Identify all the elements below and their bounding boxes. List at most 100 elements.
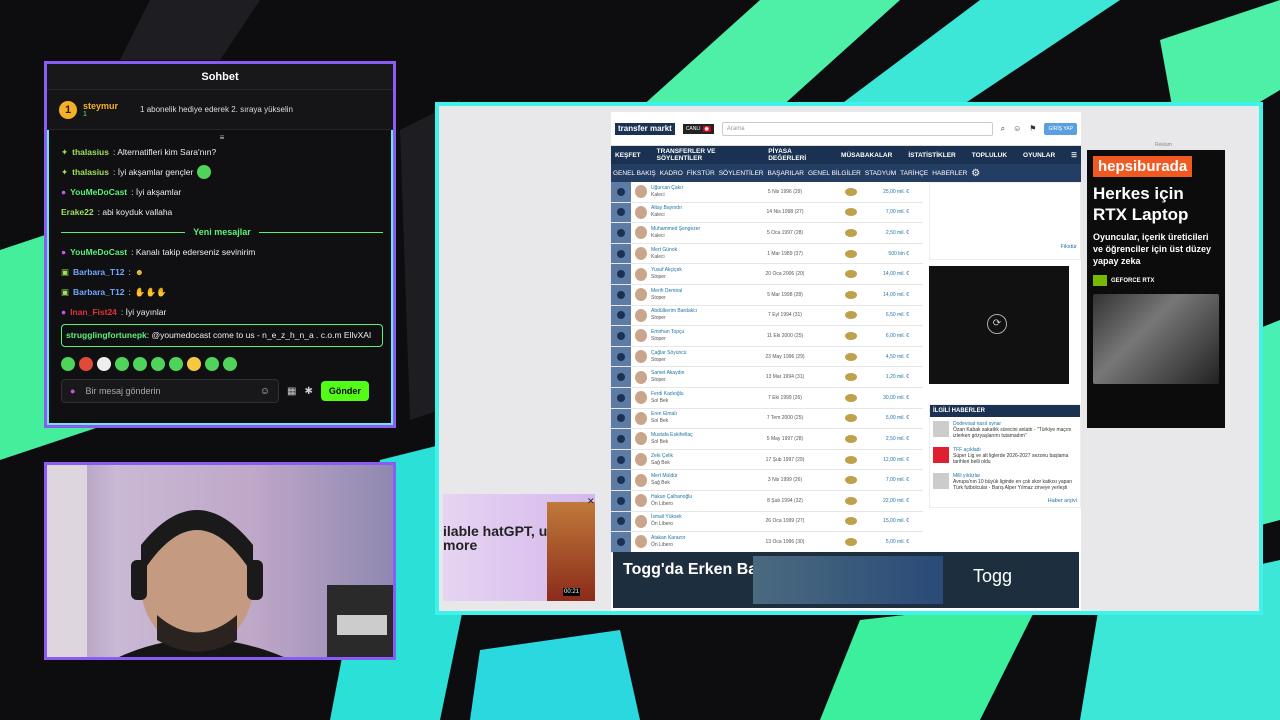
chat-username[interactable]: YouMeDoCast xyxy=(70,187,127,197)
emote-icon[interactable] xyxy=(187,357,201,371)
player-name[interactable]: Emirhan Topçu xyxy=(651,329,747,336)
nav-item[interactable]: OYUNLAR xyxy=(1023,152,1055,159)
chat-username[interactable]: thalasius xyxy=(72,167,109,177)
table-row[interactable]: Eren Elmalı Sol Bek 7 Tem 2000 (25) 5,00 mi… xyxy=(611,408,923,430)
player-name[interactable]: Ferdi Kadıoğlu xyxy=(651,391,747,398)
table-row[interactable]: Mustafa Eskihellaç Sol Bek 5 May 1997 (28)… xyxy=(611,429,923,450)
news-item[interactable]: TFF açıkladı Süper Lig ve alt liglerde 20… xyxy=(930,443,1080,469)
player-name[interactable]: Merih Demiral xyxy=(651,288,747,295)
emote-icon[interactable] xyxy=(169,357,183,371)
store-icon[interactable]: ▦ xyxy=(287,386,296,397)
chat-input[interactable]: ● Bir mesaj gönderin ☺ xyxy=(61,379,279,403)
login-button[interactable]: GİRİŞ YAP xyxy=(1044,122,1077,135)
table-row[interactable]: Uğurcan Çakır Kaleci 5 Nis 1996 (29) 25,00 … xyxy=(611,182,923,203)
chat-username[interactable]: Inan_Fist24 xyxy=(70,307,117,317)
player-name[interactable]: Uğurcan Çakır xyxy=(651,185,747,192)
player-name[interactable]: Eren Elmalı xyxy=(651,411,747,418)
emote-icon[interactable] xyxy=(115,357,129,371)
close-icon[interactable]: ✕ xyxy=(587,496,595,507)
player-name[interactable]: Mert Müldür xyxy=(651,473,747,480)
search-input[interactable]: Arama xyxy=(721,121,993,136)
tm-logo[interactable]: transfer markt xyxy=(615,122,675,135)
subnav-item[interactable]: FİKSTÜR xyxy=(687,170,715,177)
market-value[interactable]: 7,00 mil. € xyxy=(879,477,909,483)
player-name[interactable]: Abdülkerim Bardakcı xyxy=(651,308,747,315)
market-value[interactable]: 14,00 mil. € xyxy=(879,292,909,298)
nav-item[interactable]: MÜSABAKALAR xyxy=(841,152,892,159)
table-row[interactable]: Muhammed Şengezer Kaleci 5 Oca 1997 (28) 2,… xyxy=(611,223,923,244)
table-row[interactable]: Mert Günok Kaleci 1 Mar 1989 (37) 500 bin € xyxy=(611,243,923,265)
table-row[interactable]: Zeki Çelik Sağ Bek 17 Şub 1997 (29) 12,00 m… xyxy=(611,449,923,471)
market-value[interactable]: 25,00 mil. € xyxy=(879,189,909,195)
news-item[interactable]: Milli yıldızlar Avrupa'nın 10 büyük ligin… xyxy=(930,469,1080,495)
table-row[interactable]: Yusuf Akçiçek Stoper 20 Oca 2006 (20) 14,00… xyxy=(611,264,923,285)
hepsiburada-ad[interactable]: hepsiburada Herkes için RTX Laptop Oyunc… xyxy=(1087,150,1225,428)
live-badge[interactable]: CANLI ◉ xyxy=(682,123,714,134)
table-row[interactable]: Samet Akaydin Stoper 13 Mar 1994 (31) 1,20 … xyxy=(611,367,923,388)
chat-username[interactable]: Erake22 xyxy=(61,207,94,217)
market-value[interactable]: 6,00 mil. € xyxy=(879,333,909,339)
table-row[interactable]: Çağlar Söyüncü Stoper 23 May 1996 (29) 4,50… xyxy=(611,346,923,368)
subnav-item[interactable]: STADYUM xyxy=(865,170,896,177)
player-name[interactable]: Altay Bayındır xyxy=(651,205,747,212)
table-row[interactable]: Mert Müldür Sağ Bek 3 Nis 1999 (26) 7,00 mi… xyxy=(611,470,923,491)
subnav-item[interactable]: HABERLER xyxy=(932,170,967,177)
market-value[interactable]: 5,00 mil. € xyxy=(879,539,909,545)
subnav-item[interactable]: GENEL BAKIŞ xyxy=(613,170,656,177)
news-archive-link[interactable]: Haber arşivi xyxy=(930,495,1080,507)
table-row[interactable]: Hakan Çalhanoğlu Ön Libero 8 Şub 1994 (32)… xyxy=(611,490,923,512)
market-value[interactable]: 6,50 mil. € xyxy=(879,312,909,318)
emote-icon[interactable] xyxy=(151,357,165,371)
market-value[interactable]: 12,00 mil. € xyxy=(879,457,909,463)
market-value[interactable]: 1,20 mil. € xyxy=(879,374,909,380)
emote-icon[interactable] xyxy=(205,357,219,371)
emote-icon[interactable] xyxy=(61,357,75,371)
player-name[interactable]: Mustafa Eskihellaç xyxy=(651,432,747,439)
table-row[interactable]: İsmail Yüksek Ön Libero 26 Oca 1999 (27) 15… xyxy=(611,511,923,533)
nav-item[interactable]: TOPLULUK xyxy=(972,152,1007,159)
subnav-item[interactable]: GENEL BİLGİLER xyxy=(808,170,861,177)
chat-username[interactable]: thalasius xyxy=(72,147,109,157)
nav-item[interactable]: KEŞFET xyxy=(615,152,641,159)
player-name[interactable]: Samet Akaydin xyxy=(651,370,747,377)
nav-item[interactable]: TRANSFERLER VE SÖYLENTİLER xyxy=(657,148,753,162)
menu-icon[interactable]: ☰ xyxy=(1071,151,1077,159)
market-value[interactable]: 30,00 mil. € xyxy=(879,395,909,401)
video-ad[interactable]: ilable hatGPT, ude & more ✕ 00:21 xyxy=(443,494,595,601)
player-name[interactable]: Çağlar Söyüncü xyxy=(651,350,747,357)
subnav-item[interactable]: SÖYLENTİLER xyxy=(719,170,764,177)
player-name[interactable]: Atakan Karazor xyxy=(651,535,747,542)
subnav-item[interactable]: BAŞARILAR xyxy=(767,170,804,177)
gift-prompt[interactable]: 1 abonelik hediye ederek 2. sıraya yükse… xyxy=(140,105,293,114)
chat-username[interactable]: Barbara_T12 xyxy=(73,287,125,297)
emoji-picker-icon[interactable]: ☺ xyxy=(260,386,270,397)
table-row[interactable]: Abdülkerim Bardakcı Stoper 7 Eyl 1994 (31)… xyxy=(611,305,923,327)
market-value[interactable]: 2,50 mil. € xyxy=(879,230,909,236)
chat-username[interactable]: Barbara_T12 xyxy=(73,267,125,277)
player-name[interactable]: Muhammed Şengezer xyxy=(651,226,747,233)
market-value[interactable]: 5,00 mil. € xyxy=(879,415,909,421)
player-name[interactable]: Zeki Çelik xyxy=(651,453,747,460)
table-row[interactable]: Ferdi Kadıoğlu Sol Bek 7 Eki 1999 (26) 30,0… xyxy=(611,387,923,409)
market-value[interactable]: 7,00 mil. € xyxy=(879,209,909,215)
emote-icon[interactable] xyxy=(223,357,237,371)
player-name[interactable]: Yusuf Akçiçek xyxy=(651,267,747,274)
send-button[interactable]: Gönder xyxy=(320,381,369,401)
emote-icon[interactable] xyxy=(133,357,147,371)
market-value[interactable]: 15,00 mil. € xyxy=(879,518,909,524)
table-row[interactable]: Altay Bayındır Kaleci 14 Nis 1998 (27) 7,00… xyxy=(611,202,923,224)
market-value[interactable]: 500 bin € xyxy=(879,251,909,257)
nav-item[interactable]: PİYASA DEĞERLERİ xyxy=(768,148,825,162)
market-value[interactable]: 4,50 mil. € xyxy=(879,354,909,360)
table-row[interactable]: Merih Demiral Stoper 5 Mar 1998 (28) 14,00 … xyxy=(611,284,923,306)
table-row[interactable]: Emirhan Topçu Stoper 11 Eki 2000 (25) 6,00 … xyxy=(611,326,923,347)
market-value[interactable]: 14,00 mil. € xyxy=(879,271,909,277)
chat-username[interactable]: strugglingfortunepk xyxy=(66,330,147,340)
chat-username[interactable]: YouMeDoCast xyxy=(70,247,127,257)
user-icon[interactable]: ☺ xyxy=(1013,124,1021,133)
gear-icon[interactable]: ⚙ xyxy=(971,168,980,179)
player-name[interactable]: Hakan Çalhanoğlu xyxy=(651,494,747,501)
emote-icon[interactable] xyxy=(97,357,111,371)
video-player[interactable]: ⟳ xyxy=(929,266,1069,384)
settings-icon[interactable]: ✱ xyxy=(304,386,312,397)
